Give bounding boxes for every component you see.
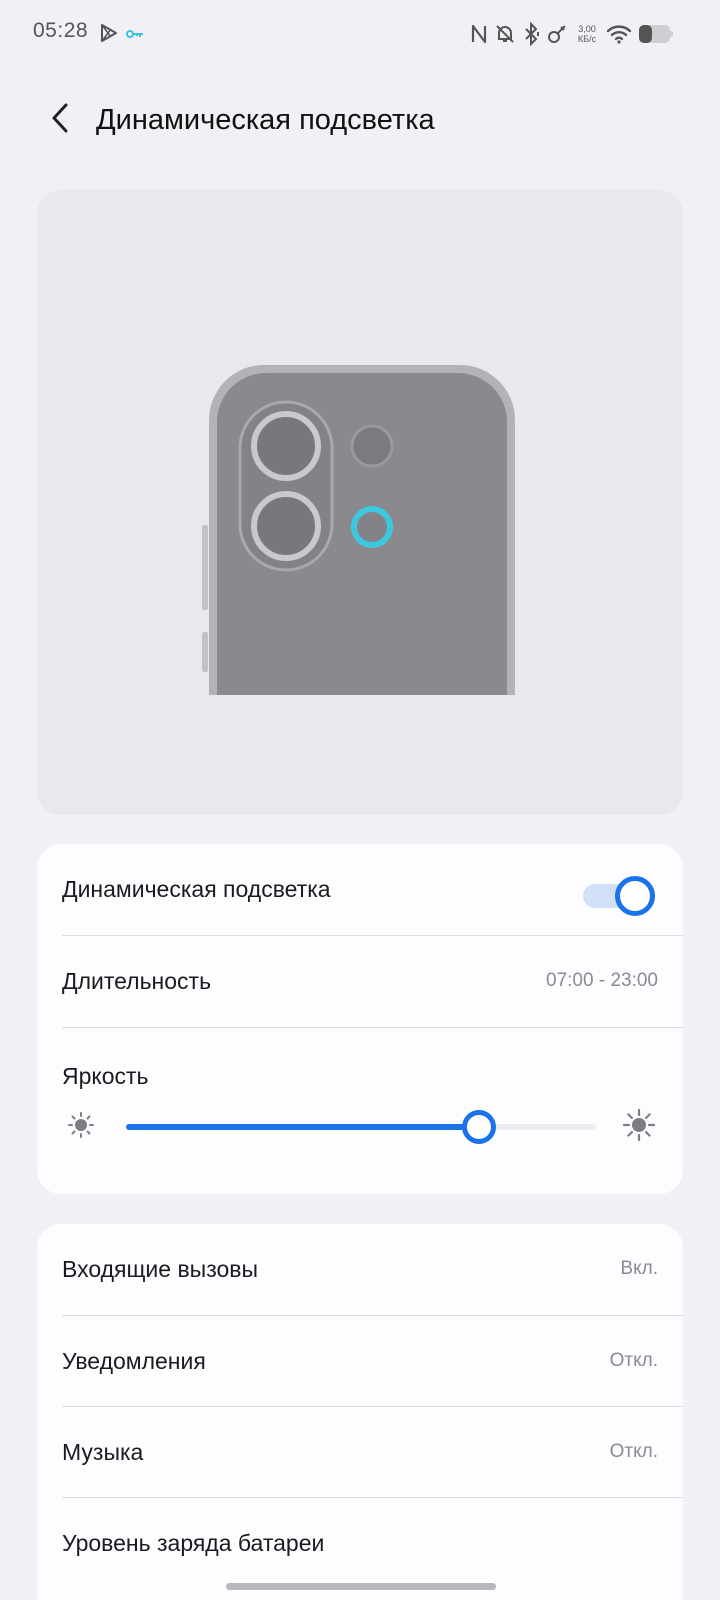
- screen: 05:28 3,00 КБ/с Динамическая подсветка Д…: [0, 0, 720, 1600]
- trigger-value: Откл.: [609, 1441, 658, 1462]
- play-store-icon: [99, 23, 119, 48]
- trigger-row-notifications[interactable]: Уведомления Откл.: [62, 1316, 683, 1407]
- back-button[interactable]: [40, 100, 80, 140]
- dynamic-lighting-label: Динамическая подсветка: [62, 876, 331, 902]
- nfc-icon: [470, 23, 488, 45]
- brightness-low-icon: [66, 1110, 96, 1145]
- triggers-card: Входящие вызовы Вкл. Уведомления Откл. М…: [37, 1224, 683, 1600]
- phone-preview: [37, 190, 683, 815]
- network-speed-value: 3,00: [578, 24, 596, 34]
- network-speed: 3,00 КБ/с: [574, 24, 600, 44]
- satellite-icon: [546, 23, 568, 45]
- gesture-nav-handle[interactable]: [226, 1583, 496, 1590]
- trigger-label: Входящие вызовы: [62, 1256, 259, 1282]
- divider: [62, 1027, 683, 1028]
- duration-row[interactable]: Длительность 07:00 - 23:00: [62, 936, 683, 1027]
- battery-icon: [638, 23, 674, 45]
- toggle-knob: [615, 876, 655, 916]
- brightness-slider[interactable]: [126, 1104, 596, 1150]
- slider-thumb[interactable]: [461, 1110, 496, 1144]
- duration-label: Длительность: [62, 968, 212, 994]
- bluetooth-icon: [522, 22, 540, 46]
- slider-fill: [126, 1124, 479, 1130]
- trigger-row-calls[interactable]: Входящие вызовы Вкл.: [62, 1224, 683, 1315]
- lighting-settings-card: Динамическая подсветка Длительность 07:0…: [37, 844, 683, 1194]
- trigger-label: Уровень заряда батареи: [62, 1530, 325, 1556]
- brightness-high-icon: [622, 1108, 656, 1147]
- bell-off-icon: [494, 23, 516, 45]
- app-header: Динамическая подсветка: [0, 90, 720, 150]
- status-time: 05:28: [33, 19, 89, 42]
- trigger-label: Музыка: [62, 1439, 144, 1465]
- trigger-value: Откл.: [609, 1350, 658, 1371]
- trigger-label: Уведомления: [62, 1348, 206, 1374]
- trigger-row-music[interactable]: Музыка Откл.: [62, 1407, 683, 1498]
- brightness-label: Яркость: [62, 1063, 149, 1089]
- dynamic-lighting-toggle[interactable]: [583, 876, 655, 916]
- page-title: Динамическая подсветка: [96, 104, 435, 136]
- chevron-left-icon: [48, 102, 72, 139]
- status-icons: 3,00 КБ/с: [470, 19, 674, 49]
- network-speed-unit: КБ/с: [577, 34, 597, 44]
- phone-back-illustration: [202, 365, 515, 695]
- wifi-icon: [606, 24, 632, 44]
- status-bar: 05:28 3,00 КБ/с: [0, 0, 720, 66]
- key-icon: [126, 27, 144, 45]
- trigger-row-battery[interactable]: Уровень заряда батареи: [62, 1498, 683, 1589]
- trigger-value: Вкл.: [620, 1258, 658, 1279]
- duration-value: 07:00 - 23:00: [546, 970, 658, 991]
